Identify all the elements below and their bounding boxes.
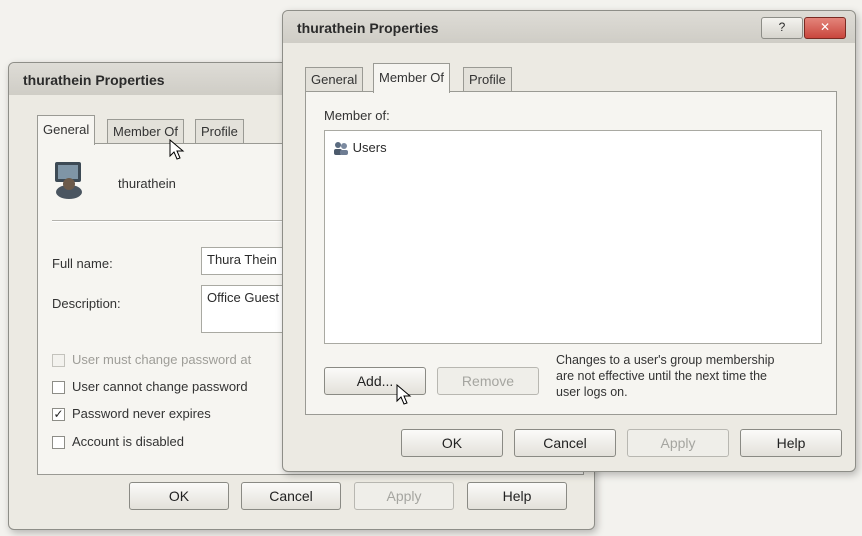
full-name-label: Full name: [52,256,113,271]
group-label: Users [352,140,387,156]
checkbox-disabled[interactable] [52,436,65,449]
back-tab-general[interactable]: General [37,115,96,145]
membership-note-line: user logs on. [556,385,628,399]
help-icon: ? [778,20,786,34]
back-ok-button[interactable]: OK [129,482,229,510]
front-cancel-button[interactable]: Cancel [514,429,616,457]
back-username-label: thurathein [118,176,176,191]
checkbox-must-change-label: User must change password at [72,352,252,367]
back-tab-profile[interactable]: Profile [195,119,244,144]
checkbox-cannot-change[interactable] [52,381,65,394]
groups-listbox[interactable]: Users [324,130,822,344]
back-help-button[interactable]: Help [467,482,567,510]
remove-group-button[interactable]: Remove [437,367,539,395]
front-tab-general[interactable]: General [305,67,364,92]
back-window-title: thurathein Properties [23,72,165,88]
front-help-button[interactable]: Help [740,429,842,457]
checkbox-never-expires-label: Password never expires [72,406,211,421]
membership-note-line: Changes to a user's group membership [556,353,775,367]
group-icon [333,141,349,155]
membership-note-line: are not effective until the next time th… [556,369,768,383]
member-of-panel: Member of: Users Add... Remove Changes t… [305,91,837,415]
back-cancel-button[interactable]: Cancel [241,482,341,510]
checkbox-disabled-label: Account is disabled [72,434,185,449]
close-title-button[interactable]: ✕ [804,17,846,39]
checkbox-cannot-change-label: User cannot change password [72,379,248,394]
front-tab-member-of[interactable]: Member Of [373,63,451,93]
front-window-titlebar[interactable]: thurathein Properties ? ✕ [283,11,855,43]
front-ok-button[interactable]: OK [401,429,503,457]
mouse-pointer-icon [169,138,185,161]
front-properties-window: thurathein Properties ? ✕ General Member… [282,10,856,472]
front-tab-profile[interactable]: Profile [463,67,512,92]
front-window-title: thurathein Properties [297,20,439,36]
help-title-button[interactable]: ? [761,17,803,39]
user-icon [52,160,86,200]
front-apply-button[interactable]: Apply [627,429,729,457]
list-item[interactable]: Users [333,139,387,157]
back-apply-button[interactable]: Apply [354,482,454,510]
mouse-pointer-icon [396,383,412,406]
description-label: Description: [52,296,121,311]
checkbox-must-change[interactable] [52,354,65,367]
membership-note: Changes to a user's group membership are… [556,352,774,400]
member-of-label: Member of: [324,108,390,123]
close-icon: ✕ [819,20,831,34]
checkbox-never-expires[interactable]: ✓ [52,408,65,421]
